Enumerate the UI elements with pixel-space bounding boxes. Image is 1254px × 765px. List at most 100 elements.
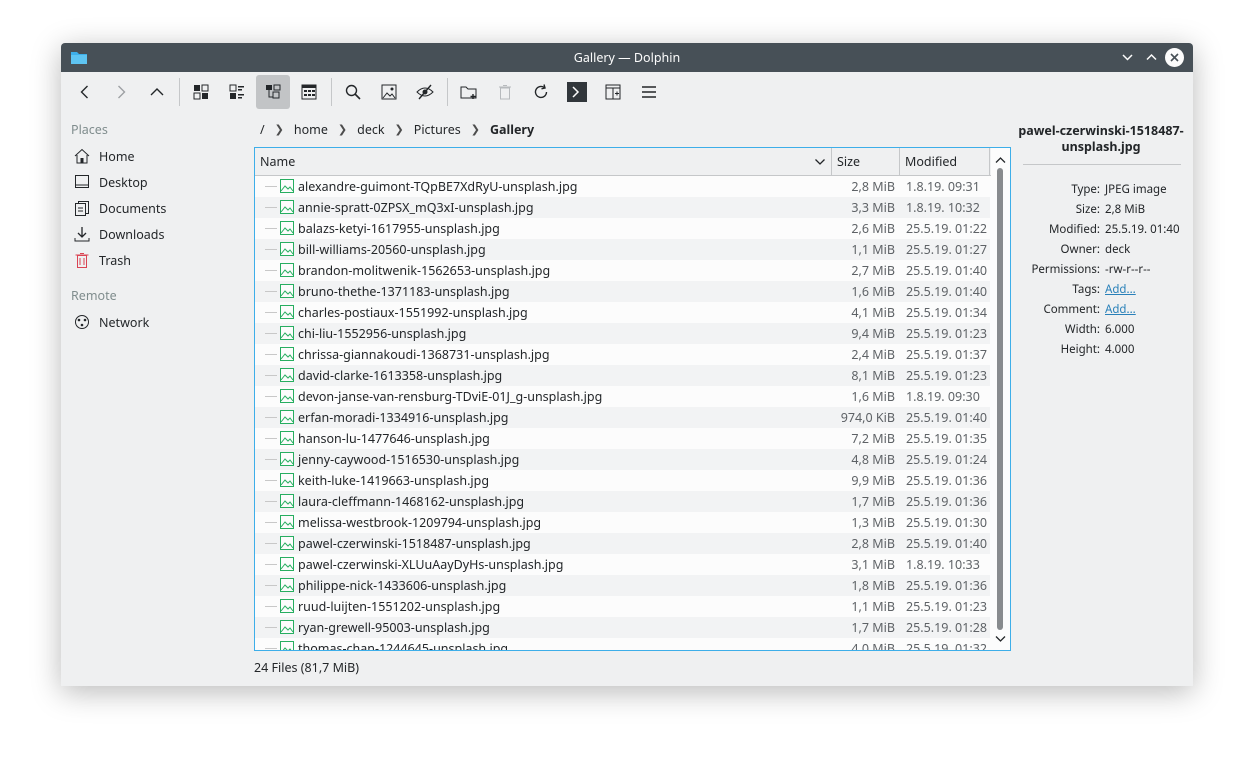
file-row[interactable]: keith-luke-1419663-unsplash.jpg 9,9 MiB 25… — [255, 470, 990, 491]
file-row[interactable]: hanson-lu-1477646-unsplash.jpg 7,2 MiB 25.… — [255, 428, 990, 449]
scrollbar-handle[interactable] — [997, 168, 1003, 630]
file-row[interactable]: charles-postiaux-1551992-unsplash.jpg 4,1… — [255, 302, 990, 323]
file-row[interactable]: devon-janse-van-rensburg-TDviE-01J_g-uns… — [255, 386, 990, 407]
title-bar[interactable]: Gallery — Dolphin — [61, 43, 1193, 72]
tree-line — [265, 333, 277, 334]
split-button[interactable] — [596, 75, 630, 109]
info-row: Modified: 25.5.19. 01:40 — [1017, 222, 1185, 242]
breadcrumb-home[interactable]: home — [288, 121, 334, 138]
tree-line — [265, 564, 277, 565]
chevron-right-icon[interactable]: ❯ — [271, 122, 288, 137]
file-rows: alexandre-guimont-TQpBE7XdRyU-unsplash.j… — [255, 176, 990, 650]
file-row[interactable]: pawel-czerwinski-1518487-unsplash.jpg 2,8… — [255, 533, 990, 554]
file-size: 2,7 MiB — [851, 262, 895, 279]
terminal-button[interactable] — [560, 75, 594, 109]
breadcrumb-deck[interactable]: deck — [351, 121, 390, 138]
file-row[interactable]: alexandre-guimont-TQpBE7XdRyU-unsplash.j… — [255, 176, 990, 197]
documents-icon — [73, 199, 91, 217]
image-file-icon — [280, 221, 294, 235]
minimize-button[interactable] — [1118, 48, 1137, 67]
reload-button[interactable] — [524, 75, 558, 109]
breadcrumb-root[interactable]: / — [254, 121, 271, 138]
new-folder-button[interactable] — [452, 75, 486, 109]
file-row[interactable]: bruno-thethe-1371183-unsplash.jpg 1,6 MiB… — [255, 281, 990, 302]
up-button[interactable] — [140, 75, 174, 109]
details-view-button[interactable] — [256, 75, 290, 109]
file-row[interactable]: brandon-molitwenik-1562653-unsplash.jpg 2… — [255, 260, 990, 281]
file-row[interactable]: melissa-westbrook-1209794-unsplash.jpg 1,… — [255, 512, 990, 533]
file-name: chi-liu-1552956-unsplash.jpg — [298, 325, 467, 342]
place-item-documents[interactable]: Documents — [71, 196, 241, 220]
delete-button[interactable] — [488, 75, 522, 109]
place-label: Desktop — [99, 173, 148, 191]
split-view-columns-button[interactable] — [292, 75, 326, 109]
forward-button[interactable] — [104, 75, 138, 109]
column-size-header[interactable]: Size — [832, 148, 900, 175]
compact-view-button[interactable] — [220, 75, 254, 109]
file-row[interactable]: thomas-chan-1244645-unsplash.jpg 4,0 MiB 2… — [255, 638, 990, 650]
file-row[interactable]: jenny-caywood-1516530-unsplash.jpg 4,8 Mi… — [255, 449, 990, 470]
file-row[interactable]: philippe-nick-1433606-unsplash.jpg 1,8 Mi… — [255, 575, 990, 596]
place-item-desktop[interactable]: Desktop — [71, 170, 241, 194]
file-row[interactable]: ryan-grewell-95003-unsplash.jpg 1,7 MiB 25… — [255, 617, 990, 638]
file-row[interactable]: david-clarke-1613358-unsplash.jpg 8,1 MiB… — [255, 365, 990, 386]
breadcrumb-pictures[interactable]: Pictures — [408, 121, 467, 138]
column-modified-header[interactable]: Modified — [900, 148, 990, 175]
place-item-trash[interactable]: Trash — [71, 248, 241, 272]
file-modified: 25.5.19. 01:40 — [906, 409, 988, 426]
file-list-view[interactable]: Name Size Modified alexandre-guimont-TQp… — [254, 147, 1011, 651]
file-row[interactable]: erfan-moradi-1334916-unsplash.jpg 974,0 K… — [255, 407, 990, 428]
file-name: bill-williams-20560-unsplash.jpg — [298, 241, 486, 258]
scroll-down-icon[interactable] — [995, 635, 1006, 643]
chevron-right-icon[interactable]: ❯ — [467, 122, 484, 137]
column-name-label: Name — [260, 153, 296, 170]
image-file-icon — [280, 578, 294, 592]
file-row[interactable]: annie-spratt-0ZPSX_mQ3xI-unsplash.jpg 3,3… — [255, 197, 990, 218]
file-row[interactable]: chrissa-giannakoudi-1368731-unsplash.jpg… — [255, 344, 990, 365]
info-value: 25.5.19. 01:40 — [1105, 222, 1180, 237]
info-row: Width: 6.000 — [1017, 322, 1185, 342]
tree-line — [265, 186, 277, 187]
chevron-up-icon — [1146, 53, 1157, 61]
arrow-right-icon — [118, 85, 126, 99]
file-name: ryan-grewell-95003-unsplash.jpg — [298, 619, 490, 636]
preview-button[interactable] — [372, 75, 406, 109]
place-item-home[interactable]: Home — [71, 144, 241, 168]
icons-view-button[interactable] — [184, 75, 218, 109]
chevron-right-icon[interactable]: ❯ — [334, 122, 351, 137]
places-panel: Places Home Desktop Documents Downloads — [61, 115, 251, 675]
file-size: 2,8 MiB — [851, 535, 895, 552]
place-item-downloads[interactable]: Downloads — [71, 222, 241, 246]
info-value: 6.000 — [1105, 322, 1135, 337]
place-label: Downloads — [99, 225, 165, 243]
menu-button[interactable] — [632, 75, 666, 109]
chevron-right-icon[interactable]: ❯ — [391, 122, 408, 137]
file-row[interactable]: bill-williams-20560-unsplash.jpg 1,1 MiB 2… — [255, 239, 990, 260]
search-button[interactable] — [336, 75, 370, 109]
delete-icon — [499, 85, 511, 100]
file-row[interactable]: laura-cleffmann-1468162-unsplash.jpg 1,7 … — [255, 491, 990, 512]
place-item-network[interactable]: Network — [71, 310, 241, 334]
breadcrumb-current[interactable]: Gallery — [484, 121, 540, 138]
close-button[interactable] — [1165, 48, 1184, 67]
file-row[interactable]: pawel-czerwinski-XLUuAayDyHs-unsplash.jp… — [255, 554, 990, 575]
vertical-scrollbar[interactable] — [991, 148, 1010, 650]
file-row[interactable]: balazs-ketyi-1617955-unsplash.jpg 2,6 MiB… — [255, 218, 990, 239]
column-name-header[interactable]: Name — [255, 148, 832, 175]
back-button[interactable] — [68, 75, 102, 109]
info-add-link[interactable]: Add... — [1105, 302, 1136, 317]
file-name: hanson-lu-1477646-unsplash.jpg — [298, 430, 490, 447]
file-size: 8,1 MiB — [851, 367, 895, 384]
eye-hidden-icon — [416, 84, 434, 100]
hidden-files-button[interactable] — [408, 75, 442, 109]
file-row[interactable]: ruud-luijten-1551202-unsplash.jpg 1,1 MiB… — [255, 596, 990, 617]
file-name: philippe-nick-1433606-unsplash.jpg — [298, 577, 507, 594]
image-file-icon — [280, 515, 294, 529]
info-add-link[interactable]: Add... — [1105, 282, 1136, 297]
main-toolbar — [61, 72, 1193, 112]
dolphin-window: Gallery — Dolphin Places Home Desktop Do… — [61, 43, 1193, 686]
maximize-button[interactable] — [1142, 48, 1161, 67]
scroll-up-icon[interactable] — [995, 156, 1006, 164]
view-icons-icon — [193, 84, 209, 100]
file-row[interactable]: chi-liu-1552956-unsplash.jpg 9,4 MiB 25.5.… — [255, 323, 990, 344]
